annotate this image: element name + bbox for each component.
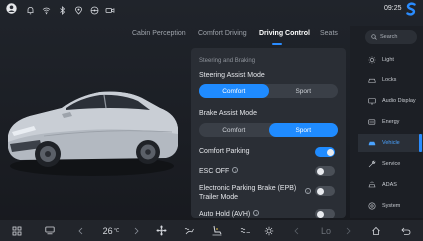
sun-icon [368,56,376,64]
sidebar-item-energy[interactable]: Energy [358,113,423,131]
tab-comfort-driving[interactable]: Comfort Driving [198,30,247,37]
temp-left-increase-chevron-icon[interactable] [132,224,140,237]
car-illustration [8,91,178,176]
steering-wheel-icon[interactable] [88,4,100,16]
search-placeholder: Search [380,34,398,40]
vehicle-icon [368,141,376,146]
sidebar-active-indicator [419,134,422,152]
esc-off-toggle[interactable] [315,166,335,176]
epb-trailer-mode-toggle[interactable] [315,186,335,196]
section-heading: Steering and Braking [199,58,256,64]
home-icon[interactable] [370,224,382,237]
auto-hold-label: Auto Hold (AVH) [199,211,251,218]
comfort-parking-label: Comfort Parking [199,148,250,155]
energy-icon [368,119,376,125]
adas-icon [368,181,376,188]
sidebar-item-system[interactable]: System [358,197,423,215]
category-tabs: Cabin Perception Comfort Driving Driving… [0,30,350,45]
sidebar-item-vehicle[interactable]: Vehicle [358,134,423,152]
temperature-unit: ℃ [113,227,120,234]
rear-defrost-icon[interactable] [238,224,252,237]
info-icon[interactable]: i [232,167,239,173]
temp-right-increase-chevron-icon[interactable] [344,224,352,237]
status-bar: 09:25 [0,0,423,20]
system-icon [368,202,376,210]
service-icon [368,160,376,168]
sidebar-item-locks[interactable]: Locks [358,71,423,89]
sidebar-item-label: Service [382,161,401,167]
active-tab-indicator [272,43,282,45]
auto-hold-toggle[interactable] [315,209,335,218]
sidebar-item-label: Audio Display [382,98,416,104]
brake-assist-mode-selector: Comfort Sport [199,123,338,137]
settings-gear-icon[interactable] [263,224,275,237]
esc-off-row: ESC OFF i [199,167,239,175]
search-icon [371,34,377,40]
driver-temperature: 26 ℃ [101,224,121,237]
info-icon[interactable]: i [305,188,311,194]
tab-seats[interactable]: Seats [320,30,338,37]
sidebar-item-audio-display[interactable]: Audio Display [358,92,423,110]
sidebar-item-label: System [382,203,401,209]
sidebar-item-service[interactable]: Service [358,155,423,173]
brake-assist-label: Brake Assist Mode [199,110,257,117]
steering-sport-option[interactable]: Sport [269,84,339,98]
sidebar-item-label: Locks [382,77,397,83]
brake-comfort-option[interactable]: Comfort [199,123,269,137]
sidebar-item-adas[interactable]: ADAS [358,176,423,194]
fan-icon[interactable] [155,224,167,237]
sidebar-item-label: Light [382,57,394,63]
sidebar-item-label: Vehicle [382,140,400,146]
tab-driving-control[interactable]: Driving Control [259,30,310,37]
temp-left-decrease-chevron-icon[interactable] [76,224,84,237]
app-grid-icon[interactable] [11,224,23,237]
esc-off-label: ESC OFF [199,168,230,175]
tab-cabin-perception[interactable]: Cabin Perception [132,30,186,37]
back-icon[interactable] [400,224,412,237]
brand-logo-icon [405,2,417,16]
bell-icon[interactable] [24,4,36,16]
car-lock-icon [368,78,376,83]
clock-time: 09:25 [384,5,402,12]
epb-trailer-label-line2: Trailer Mode [199,194,239,201]
location-icon[interactable] [72,4,84,16]
camera-icon[interactable] [104,4,116,16]
info-icon[interactable]: i [253,210,260,216]
bluetooth-icon[interactable] [56,4,68,16]
audio-display-icon [368,98,376,105]
sidebar-item-label: Energy [382,119,400,125]
sidebar-item-light[interactable]: Light [358,51,423,69]
climate-dock: 26 ℃ Lo [0,220,423,241]
ac-icon[interactable] [44,224,56,237]
sidebar-item-label: ADAS [382,182,397,188]
epb-trailer-label-line1: Electronic Parking Brake (EPB) [199,185,297,192]
brake-sport-option[interactable]: Sport [268,123,338,137]
temp-right-decrease-chevron-icon[interactable] [292,224,300,237]
vehicle-preview [0,48,185,218]
avatar[interactable] [6,3,17,14]
seat-icon[interactable] [210,224,224,237]
seat-heat-icon[interactable] [183,224,195,237]
steering-assist-mode-selector: Comfort Sport [199,84,338,98]
search-input[interactable]: Search [365,30,417,44]
driving-control-panel: Steering and Braking Steering Assist Mod… [191,48,346,218]
steering-comfort-option[interactable]: Comfort [199,84,269,98]
steering-assist-label: Steering Assist Mode [199,72,265,79]
driver-temperature-value: 26 [102,225,113,236]
vehicle-settings-screen: 09:25 Cabin Perception Comfort Driving D… [0,0,423,241]
auto-hold-row: Auto Hold (AVH) i [199,210,260,218]
comfort-parking-toggle[interactable] [315,147,335,157]
wifi-icon[interactable] [40,4,52,16]
passenger-temperature: Lo [320,225,331,236]
